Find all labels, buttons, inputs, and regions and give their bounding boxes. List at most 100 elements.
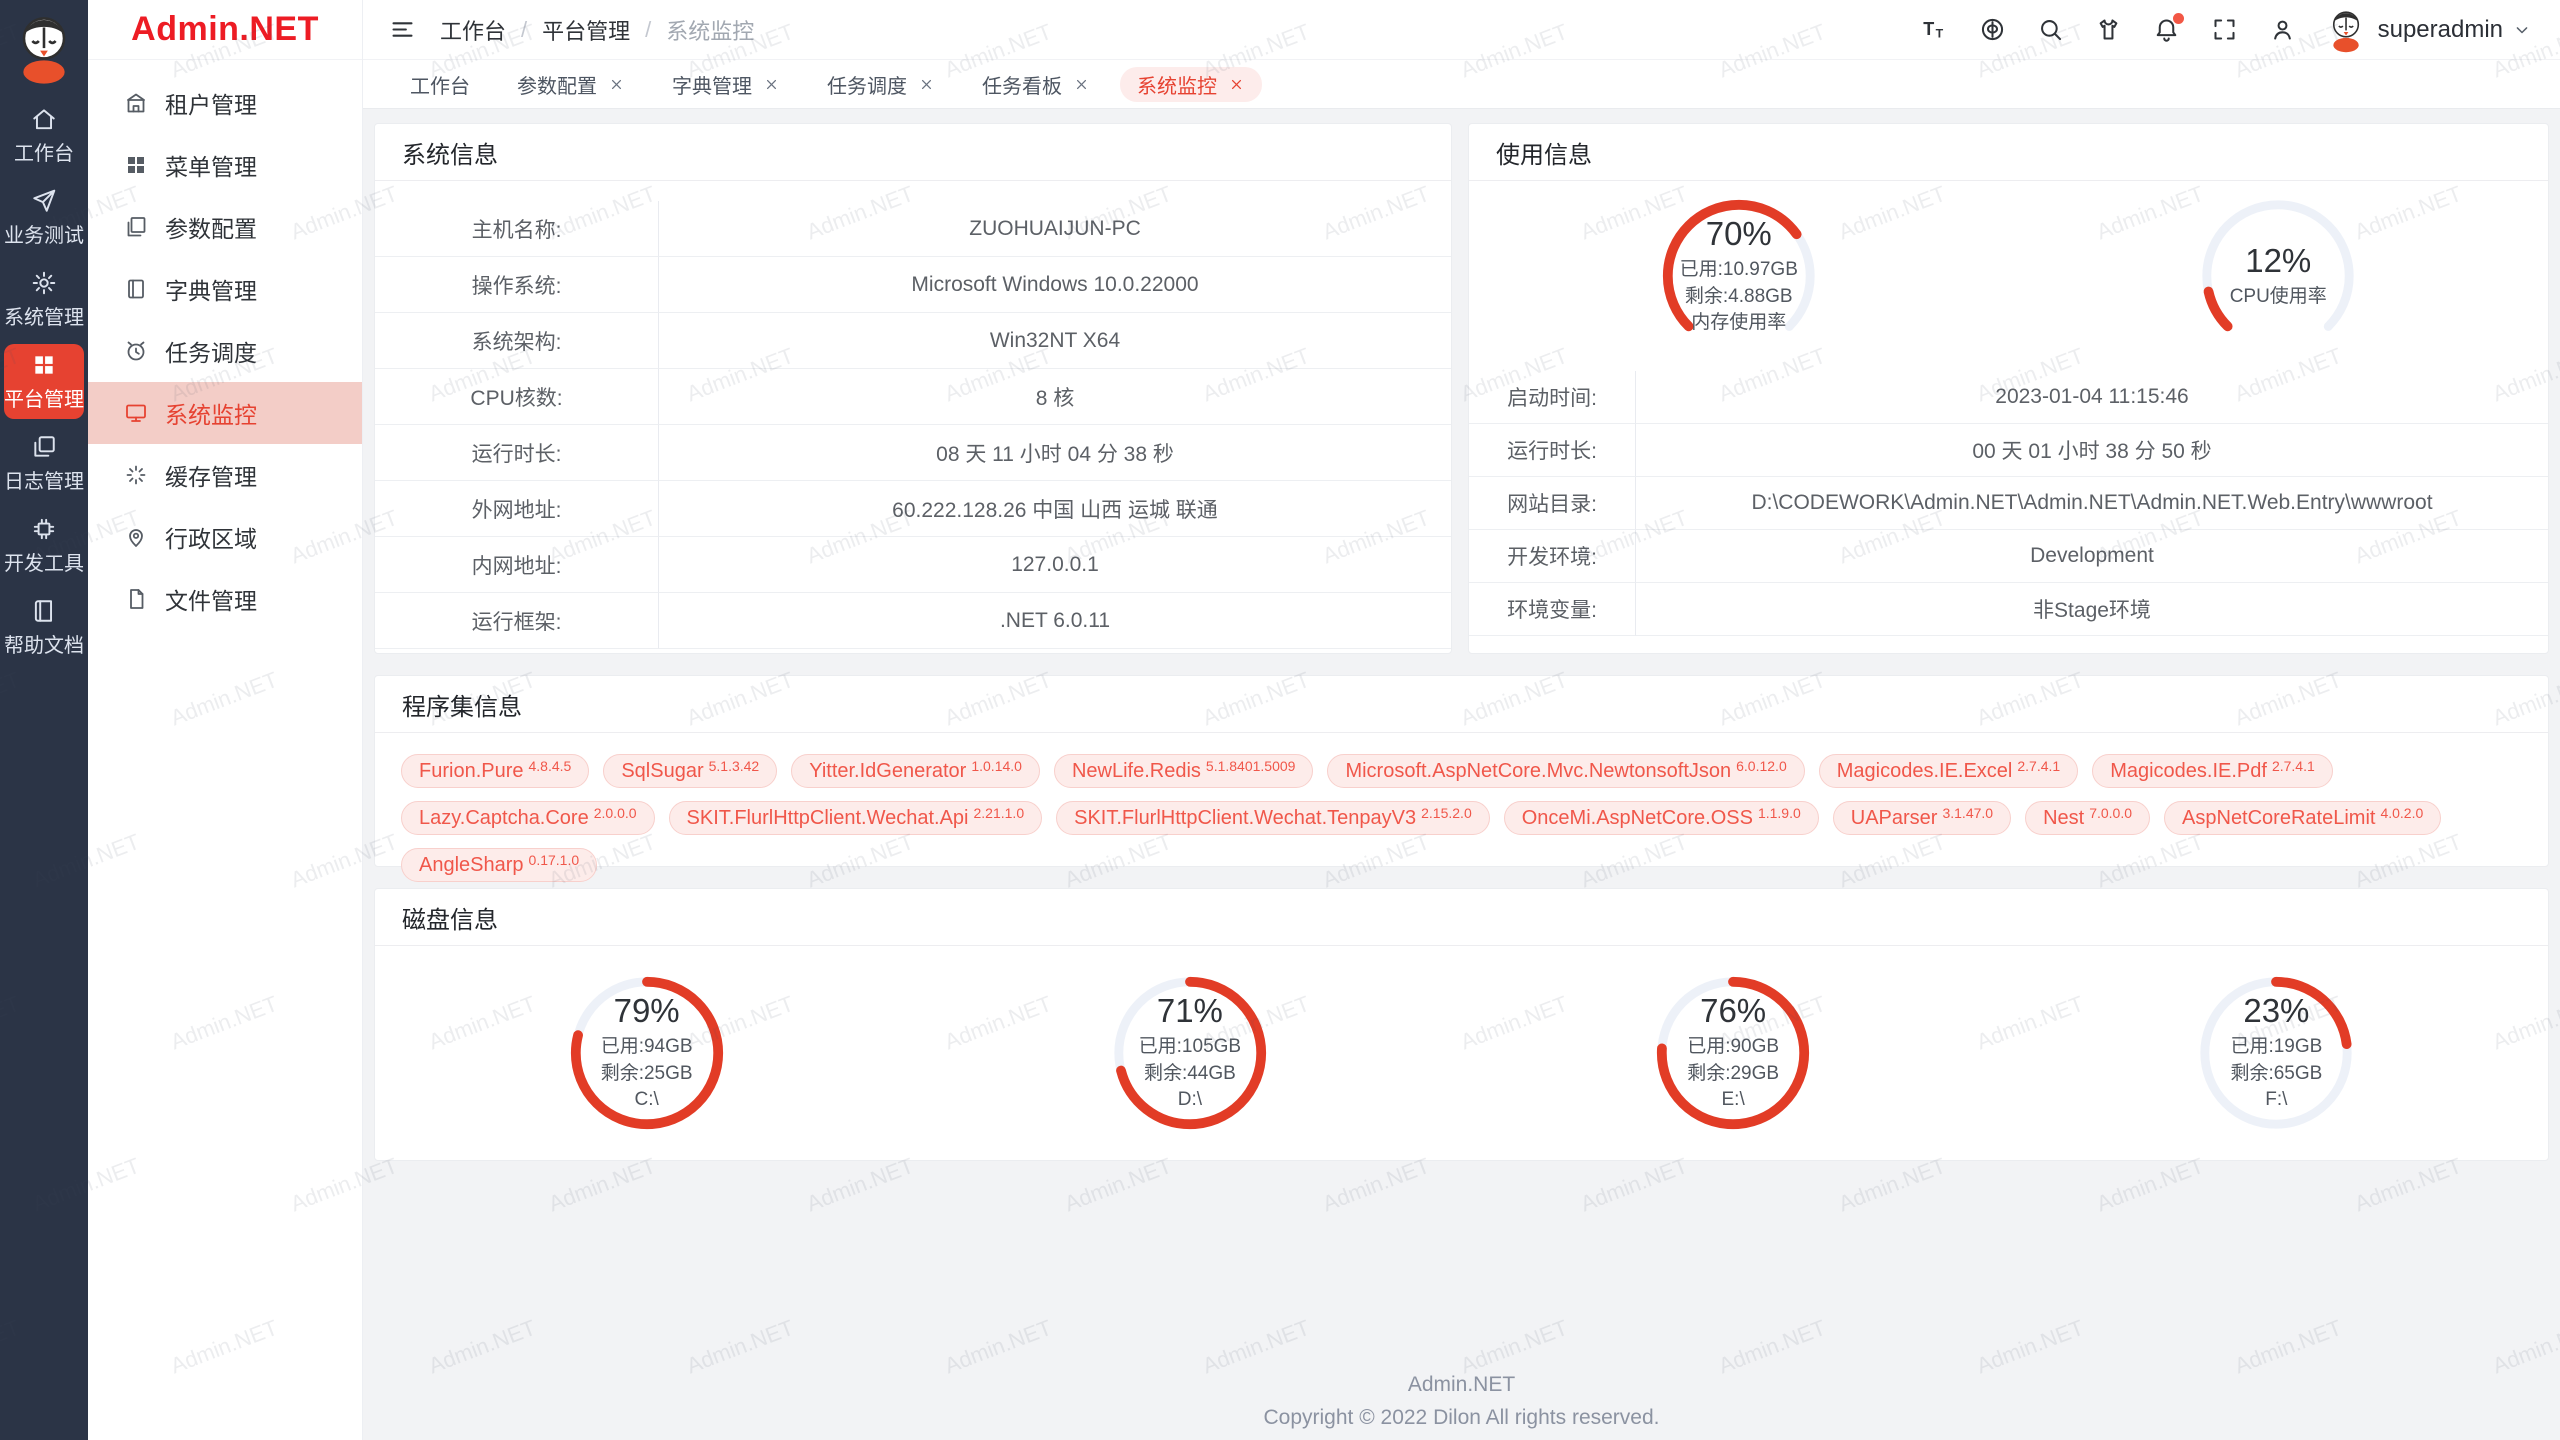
package-name: Microsoft.AspNetCore.Mvc.NewtonsoftJson [1345,760,1731,783]
gauge-percent: 71% [1157,992,1223,1030]
top-cards-row: 系统信息 主机名称:ZUOHUAIJUN-PC操作系统:Microsoft Wi… [374,123,2549,654]
menu-collapse-icon[interactable] [389,16,416,43]
package-version: 2.21.1.0 [974,805,1025,821]
info-row-label: 操作系统: [375,257,659,313]
rail-item-帮助文档[interactable]: 帮助文档 [4,590,84,665]
package-name: SKIT.FlurlHttpClient.Wechat.Api [687,807,969,830]
usage-info-card: 使用信息 70%已用:10.97GB剩余:4.88GB内存使用率12%CPU使用… [1468,123,2549,654]
rail-item-业务测试[interactable]: 业务测试 [4,180,84,255]
tab-close-icon[interactable] [918,76,935,93]
sidebar-item-任务调度[interactable]: 任务调度 [88,320,362,382]
sidebar-item-参数配置[interactable]: 参数配置 [88,196,362,258]
gauge-detail-line: C:\ [634,1087,658,1114]
sidebar-item-label: 行政区域 [165,520,257,554]
tab-系统监控[interactable]: 系统监控 [1120,67,1262,102]
tab-字典管理[interactable]: 字典管理 [655,67,797,102]
info-row-value: 2023-01-04 11:15:46 [1636,371,2548,424]
package-tag: AngleSharp 0.17.1.0 [401,848,597,882]
search-icon[interactable] [2037,16,2064,43]
usage-gauges: 70%已用:10.97GB剩余:4.88GB内存使用率12%CPU使用率 [1469,181,2548,371]
disk-gauge: 79%已用:94GB剩余:25GBC:\ [558,964,736,1142]
rail-item-平台管理[interactable]: 平台管理 [4,344,84,419]
rail-item-日志管理[interactable]: 日志管理 [4,426,84,501]
gauge-text: 71%已用:105GB剩余:44GBD:\ [1101,964,1279,1142]
sidebar-item-label: 文件管理 [165,582,257,616]
info-row-value: D:\CODEWORK\Admin.NET\Admin.NET\Admin.NE… [1636,477,2548,530]
home-icon [31,106,57,132]
info-row-value: 127.0.0.1 [659,537,1451,593]
tab-任务看板[interactable]: 任务看板 [965,67,1107,102]
tab-参数配置[interactable]: 参数配置 [500,67,642,102]
card-title: 使用信息 [1469,124,2548,181]
sidebar-item-行政区域[interactable]: 行政区域 [88,506,362,568]
disks-card: 磁盘信息 79%已用:94GB剩余:25GBC:\71%已用:105GB剩余:4… [374,888,2549,1161]
topbar-right: TT superadmin [1921,7,2532,53]
info-row-value: 8 核 [659,369,1451,425]
tab-任务调度[interactable]: 任务调度 [810,67,952,102]
fullscreen-icon[interactable] [2211,16,2238,43]
package-name: Magicodes.IE.Excel [1837,760,2013,783]
content-area: 系统信息 主机名称:ZUOHUAIJUN-PC操作系统:Microsoft Wi… [363,109,2560,1440]
gauge-text: 12%CPU使用率 [2189,187,2367,365]
gauge-percent: 70% [1706,215,1772,253]
breadcrumb-item[interactable]: 系统监控 [666,14,754,46]
package-version: 0.17.1.0 [529,852,580,868]
package-name: SKIT.FlurlHttpClient.Wechat.TenpayV3 [1074,807,1416,830]
gauge-percent: 76% [1700,992,1766,1030]
gauge-detail-line: 内存使用率 [1691,310,1786,337]
sidebar-item-菜单管理[interactable]: 菜单管理 [88,134,362,196]
sidebar-item-字典管理[interactable]: 字典管理 [88,258,362,320]
package-tag: Microsoft.AspNetCore.Mvc.NewtonsoftJson6… [1327,754,1804,788]
theme-shirt-icon[interactable] [2095,16,2122,43]
user-menu[interactable]: superadmin [2327,7,2532,53]
usage-gauge: 12%CPU使用率 [2189,187,2367,365]
package-name: AngleSharp [419,854,524,877]
tab-close-icon[interactable] [1228,76,1245,93]
tab-label: 任务调度 [827,70,907,99]
info-row: 运行时长:08 天 11 小时 04 分 38 秒 [375,425,1451,481]
footer-app-name: Admin.NET [374,1373,2549,1397]
notification-bell-icon[interactable] [2153,16,2180,43]
info-row: 操作系统:Microsoft Windows 10.0.22000 [375,257,1451,313]
info-row: 运行框架:.NET 6.0.11 [375,593,1451,649]
tab-close-icon[interactable] [1073,76,1090,93]
tab-工作台[interactable]: 工作台 [393,67,487,102]
sidebar-item-缓存管理[interactable]: 缓存管理 [88,444,362,506]
package-version: 5.1.8401.5009 [1206,758,1296,774]
gauge-detail-line: 剩余:4.88GB [1685,284,1793,311]
profile-icon[interactable] [2269,16,2296,43]
sidebar-item-文件管理[interactable]: 文件管理 [88,568,362,630]
tab-label: 参数配置 [517,70,597,99]
language-icon[interactable] [1979,16,2006,43]
app-mascot-logo[interactable] [13,10,75,84]
package-tag: OnceMi.AspNetCore.OSS1.1.9.0 [1504,801,1819,835]
info-row: 环境变量:非Stage环境 [1469,583,2548,636]
sidebar-item-label: 菜单管理 [165,148,257,182]
package-version: 2.0.0.0 [594,805,637,821]
assemblies-card: 程序集信息 Furion.Pure4.8.4.5SqlSugar5.1.3.42… [374,675,2549,867]
package-version: 1.1.9.0 [1758,805,1801,821]
rail-item-工作台[interactable]: 工作台 [4,98,84,173]
package-version: 7.0.0.0 [2089,805,2132,821]
rail-item-开发工具[interactable]: 开发工具 [4,508,84,583]
sidebar-item-租户管理[interactable]: 租户管理 [88,72,362,134]
tab-close-icon[interactable] [608,76,625,93]
rail-item-系统管理[interactable]: 系统管理 [4,262,84,337]
app-logo[interactable]: Admin.NET [88,0,362,60]
tab-close-icon[interactable] [763,76,780,93]
assemblies-pills: Furion.Pure4.8.4.5SqlSugar5.1.3.42Yitter… [375,733,2548,903]
breadcrumb-item[interactable]: 工作台 [440,14,506,46]
info-row: 内网地址:127.0.0.1 [375,537,1451,593]
package-tag: SKIT.FlurlHttpClient.Wechat.TenpayV32.15… [1056,801,1490,835]
font-size-icon[interactable]: TT [1921,16,1948,43]
gauge-text: 23%已用:19GB剩余:65GBF:\ [2187,964,2365,1142]
sidebar-item-label: 参数配置 [165,210,257,244]
chevron-down-icon [2512,20,2532,40]
package-version: 5.1.3.42 [709,758,760,774]
rail-item-label: 开发工具 [4,547,84,576]
info-row-value: .NET 6.0.11 [659,593,1451,649]
info-row-value: Development [1636,530,2548,583]
breadcrumb-item[interactable]: 平台管理 [542,14,630,46]
sidebar-item-系统监控[interactable]: 系统监控 [88,382,362,444]
sidebar-item-label: 任务调度 [165,334,257,368]
